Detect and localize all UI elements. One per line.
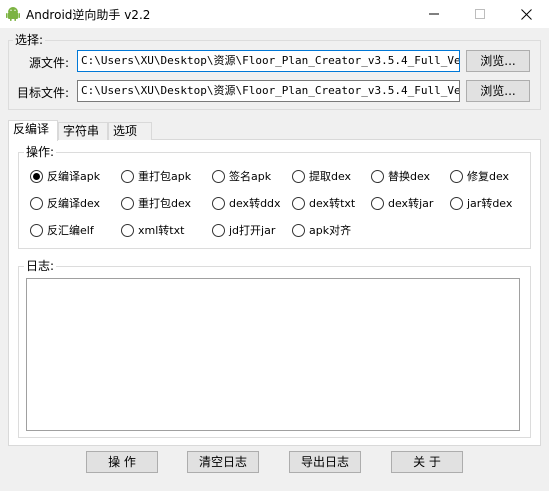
radio-circle-icon (30, 169, 43, 183)
radio-circle-icon (450, 196, 463, 210)
operation-radio-label: 签名apk (229, 170, 272, 183)
operation-radio-label: dex转ddx (229, 197, 281, 210)
operation-radio[interactable]: apk对齐 (292, 222, 351, 238)
clear-log-button[interactable]: 清空日志 (187, 451, 259, 473)
operation-radio[interactable]: dex转jar (371, 195, 433, 211)
operation-radio[interactable]: 替换dex (371, 168, 430, 184)
radio-circle-icon (292, 223, 305, 237)
operation-radio-label: dex转jar (388, 197, 434, 210)
window-title: Android逆向助手 v2.2 (26, 8, 151, 22)
operation-radio-label: 重打包dex (138, 197, 192, 210)
operation-radio-label: 提取dex (309, 170, 352, 183)
operation-radio-label: xml转txt (138, 224, 185, 237)
operation-radio[interactable]: 重打包dex (121, 195, 191, 211)
operate-button[interactable]: 操 作 (86, 451, 158, 473)
operation-radio-label: dex转txt (309, 197, 356, 210)
close-icon (520, 8, 532, 20)
tab-decompile[interactable]: 反编译 (8, 120, 58, 141)
operation-radio-label: 修复dex (467, 170, 510, 183)
about-button[interactable]: 关 于 (391, 451, 463, 473)
operation-radio[interactable]: 签名apk (212, 168, 271, 184)
radio-circle-icon (450, 169, 463, 183)
radio-circle-icon (212, 169, 225, 183)
radio-circle-icon (30, 196, 43, 210)
operation-radio[interactable]: 反汇编elf (30, 222, 94, 238)
operation-radio[interactable]: 提取dex (292, 168, 351, 184)
operation-radio[interactable]: 重打包apk (121, 168, 191, 184)
maximize-icon (475, 9, 485, 19)
radio-circle-icon (121, 196, 134, 210)
operation-radio-label: jar转dex (467, 197, 513, 210)
minimize-button[interactable] (411, 0, 457, 28)
operation-radio[interactable]: jd打开jar (212, 222, 275, 238)
operation-radio[interactable]: 反编译apk (30, 168, 100, 184)
title-bar: Android逆向助手 v2.2 (0, 0, 549, 28)
operation-radio-label: 反编译dex (47, 197, 101, 210)
operation-radio[interactable]: jar转dex (450, 195, 512, 211)
export-log-button[interactable]: 导出日志 (289, 451, 361, 473)
operation-radio[interactable]: 修复dex (450, 168, 509, 184)
target-browse-button[interactable]: 浏览... (466, 80, 530, 102)
target-file-input[interactable]: C:\Users\XU\Desktop\资源\Floor_Plan_Creato… (77, 80, 460, 102)
radio-circle-icon (212, 223, 225, 237)
source-file-input[interactable]: C:\Users\XU\Desktop\资源\Floor_Plan_Creato… (77, 50, 460, 72)
operation-radio[interactable]: 反编译dex (30, 195, 100, 211)
radio-circle-icon (212, 196, 225, 210)
close-button[interactable] (503, 0, 549, 28)
radio-circle-icon (121, 223, 134, 237)
operation-radio-label: 替换dex (388, 170, 431, 183)
radio-circle-icon (292, 169, 305, 183)
select-legend: 选择: (13, 33, 46, 47)
operation-radio-label: 反汇编elf (47, 224, 94, 237)
tab-strings[interactable]: 字符串 (58, 122, 108, 140)
minimize-icon (429, 13, 439, 15)
operation-radio[interactable]: xml转txt (121, 222, 184, 238)
operation-radio-label: 重打包apk (138, 170, 192, 183)
radio-circle-icon (371, 196, 384, 210)
tab-options[interactable]: 选项 (108, 122, 152, 140)
log-textarea[interactable] (26, 278, 520, 431)
maximize-button[interactable] (457, 0, 503, 28)
log-legend: 日志: (24, 259, 57, 273)
android-icon (5, 6, 21, 22)
target-file-label: 目标文件: (17, 86, 70, 100)
operations-legend: 操作: (24, 145, 57, 159)
source-browse-button[interactable]: 浏览... (466, 50, 530, 72)
operation-radio-label: apk对齐 (309, 224, 352, 237)
radio-circle-icon (121, 169, 134, 183)
operation-radio-label: 反编译apk (47, 170, 101, 183)
operation-radio[interactable]: dex转txt (292, 195, 355, 211)
operation-radio-label: jd打开jar (229, 224, 276, 237)
operation-radio[interactable]: dex转ddx (212, 195, 281, 211)
source-file-label: 源文件: (29, 56, 70, 70)
radio-circle-icon (30, 223, 43, 237)
radio-circle-icon (371, 169, 384, 183)
radio-circle-icon (292, 196, 305, 210)
